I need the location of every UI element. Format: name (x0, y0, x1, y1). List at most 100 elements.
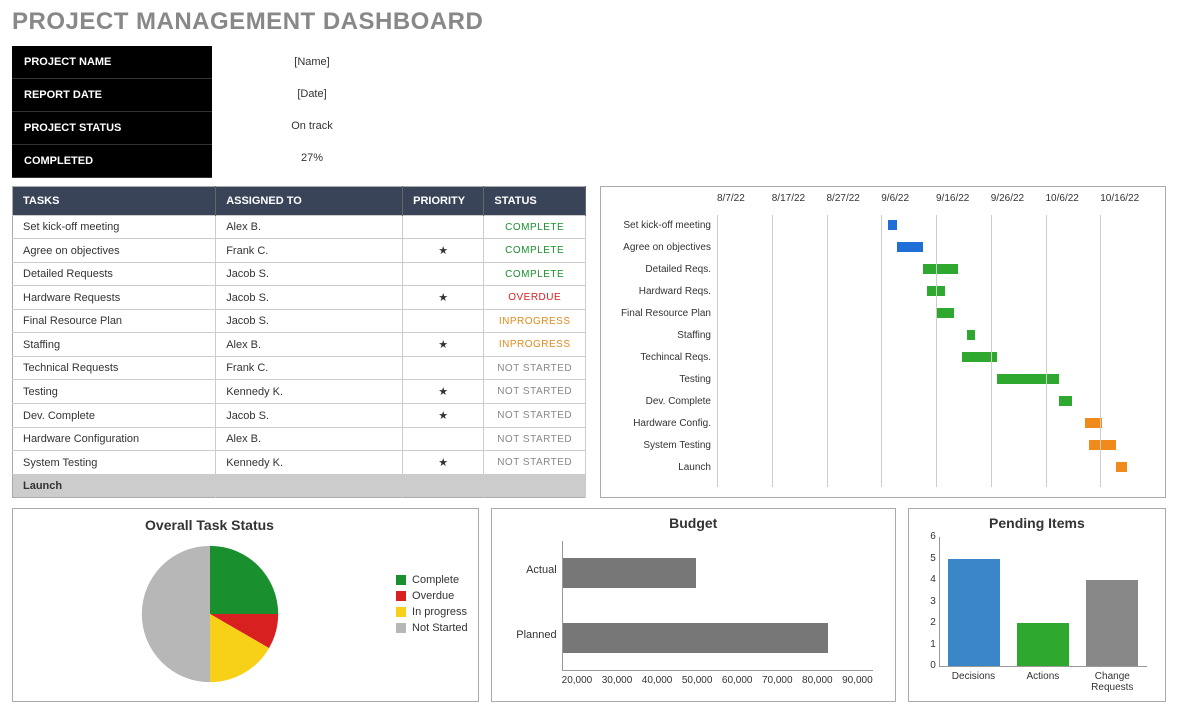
budget-tick: 50,000 (682, 675, 713, 686)
gantt-bar (923, 264, 958, 274)
gantt-tick: 10/6/22 (1046, 193, 1101, 215)
pending-title: Pending Items (919, 515, 1155, 531)
summary-row: Launch (13, 475, 586, 498)
assigned-cell: Frank C. (216, 239, 403, 263)
task-cell: Final Resource Plan (13, 310, 216, 333)
task-header-tasks: TASKS (13, 187, 216, 216)
table-row[interactable]: Testing Kennedy K. ★ NOT STARTED (13, 380, 586, 404)
budget-bar (563, 623, 829, 653)
legend-item: Complete (396, 574, 468, 586)
budget-tick: 40,000 (642, 675, 673, 686)
table-row[interactable]: Technical Requests Frank C. NOT STARTED (13, 357, 586, 380)
status-cell: NOT STARTED (484, 404, 586, 428)
task-cell: Agree on objectives (13, 239, 216, 263)
assigned-cell: Kennedy K. (216, 451, 403, 475)
budget-tick: 30,000 (602, 675, 633, 686)
status-cell: NOT STARTED (484, 451, 586, 475)
budget-series-label: Actual (507, 564, 557, 576)
pie-chart: Overall Task Status CompleteOverdueIn pr… (12, 508, 479, 702)
task-cell: System Testing (13, 451, 216, 475)
priority-cell (403, 357, 484, 380)
task-cell: Technical Requests (13, 357, 216, 380)
gantt-bar (936, 308, 954, 318)
gantt-bar (962, 352, 997, 362)
priority-cell (403, 216, 484, 239)
gantt-tick: 9/26/22 (991, 193, 1046, 215)
gantt-row-label: Detailed Reqs. (601, 259, 717, 281)
project-info-block: PROJECT NAME REPORT DATE PROJECT STATUS … (12, 46, 1166, 178)
status-cell: INPROGRESS (484, 333, 586, 357)
task-cell: Dev. Complete (13, 404, 216, 428)
table-row[interactable]: Detailed Requests Jacob S. COMPLETE (13, 263, 586, 286)
legend-item: Not Started (396, 622, 468, 634)
gantt-row-label: Hardware Config. (601, 413, 717, 435)
table-row[interactable]: Final Resource Plan Jacob S. INPROGRESS (13, 310, 586, 333)
task-header-assigned: ASSIGNED TO (216, 187, 403, 216)
priority-cell: ★ (403, 404, 484, 428)
status-cell: COMPLETE (484, 263, 586, 286)
pie-legend: Complete Overdue In progress Not Started (396, 570, 468, 638)
info-label-status: PROJECT STATUS (12, 112, 212, 145)
table-row[interactable]: Set kick-off meeting Alex B. COMPLETE (13, 216, 586, 239)
assigned-cell: Kennedy K. (216, 380, 403, 404)
gantt-row-label: Staffing (601, 325, 717, 347)
table-row[interactable]: Agree on objectives Frank C. ★ COMPLETE (13, 239, 586, 263)
assigned-cell: Alex B. (216, 428, 403, 451)
info-value-date: [Date] (212, 78, 412, 110)
budget-tick: 80,000 (802, 675, 833, 686)
gantt-bar (967, 330, 976, 340)
pending-x-label: Actions (1013, 671, 1073, 693)
gantt-row-label: Hardward Reqs. (601, 281, 717, 303)
task-cell: Staffing (13, 333, 216, 357)
budget-title: Budget (502, 515, 885, 531)
info-value-status: On track (212, 110, 412, 142)
priority-cell: ★ (403, 286, 484, 310)
status-cell: NOT STARTED (484, 357, 586, 380)
gantt-chart: Set kick-off meetingAgree on objectivesD… (600, 186, 1166, 498)
gantt-row-label: Testing (601, 369, 717, 391)
priority-cell (403, 310, 484, 333)
status-cell: NOT STARTED (484, 380, 586, 404)
pending-y-tick: 1 (922, 639, 936, 650)
pending-bar (1086, 580, 1138, 666)
legend-item: In progress (396, 606, 468, 618)
priority-cell: ★ (403, 451, 484, 475)
gantt-row-label: Launch (601, 457, 717, 479)
priority-cell: ★ (403, 239, 484, 263)
pending-bar (1017, 623, 1069, 666)
assigned-cell: Jacob S. (216, 310, 403, 333)
pie-slice (141, 545, 209, 681)
pending-y-tick: 3 (922, 596, 936, 607)
info-label-date: REPORT DATE (12, 79, 212, 112)
table-row[interactable]: System Testing Kennedy K. ★ NOT STARTED (13, 451, 586, 475)
budget-chart: Budget Actual Planned 20,00030,00040,000… (491, 508, 896, 702)
gantt-tick: 10/16/22 (1100, 193, 1155, 215)
gantt-tick: 8/27/22 (827, 193, 882, 215)
summary-cell: Launch (13, 475, 216, 498)
info-label-completed: COMPLETED (12, 145, 212, 178)
page-title: PROJECT MANAGEMENT DASHBOARD (12, 8, 1178, 36)
priority-cell: ★ (403, 333, 484, 357)
gantt-bar (997, 374, 1058, 384)
table-row[interactable]: Staffing Alex B. ★ INPROGRESS (13, 333, 586, 357)
assigned-cell: Frank C. (216, 357, 403, 380)
table-row[interactable]: Hardware Configuration Alex B. NOT START… (13, 428, 586, 451)
priority-cell (403, 428, 484, 451)
task-header-status: STATUS (484, 187, 586, 216)
table-row[interactable]: Dev. Complete Jacob S. ★ NOT STARTED (13, 404, 586, 428)
gantt-row-label: Dev. Complete (601, 391, 717, 413)
budget-bar (563, 558, 696, 588)
table-row[interactable]: Hardware Requests Jacob S. ★ OVERDUE (13, 286, 586, 310)
budget-tick: 20,000 (562, 675, 593, 686)
task-cell: Hardware Configuration (13, 428, 216, 451)
assigned-cell: Alex B. (216, 216, 403, 239)
budget-tick: 70,000 (762, 675, 793, 686)
pending-y-tick: 0 (922, 660, 936, 671)
gantt-bar (1116, 462, 1127, 472)
legend-item: Overdue (396, 590, 468, 602)
gantt-row-label: System Testing (601, 435, 717, 457)
pending-x-label: Change Requests (1082, 671, 1142, 693)
task-cell: Testing (13, 380, 216, 404)
gantt-tick: 9/6/22 (881, 193, 936, 215)
status-cell: OVERDUE (484, 286, 586, 310)
